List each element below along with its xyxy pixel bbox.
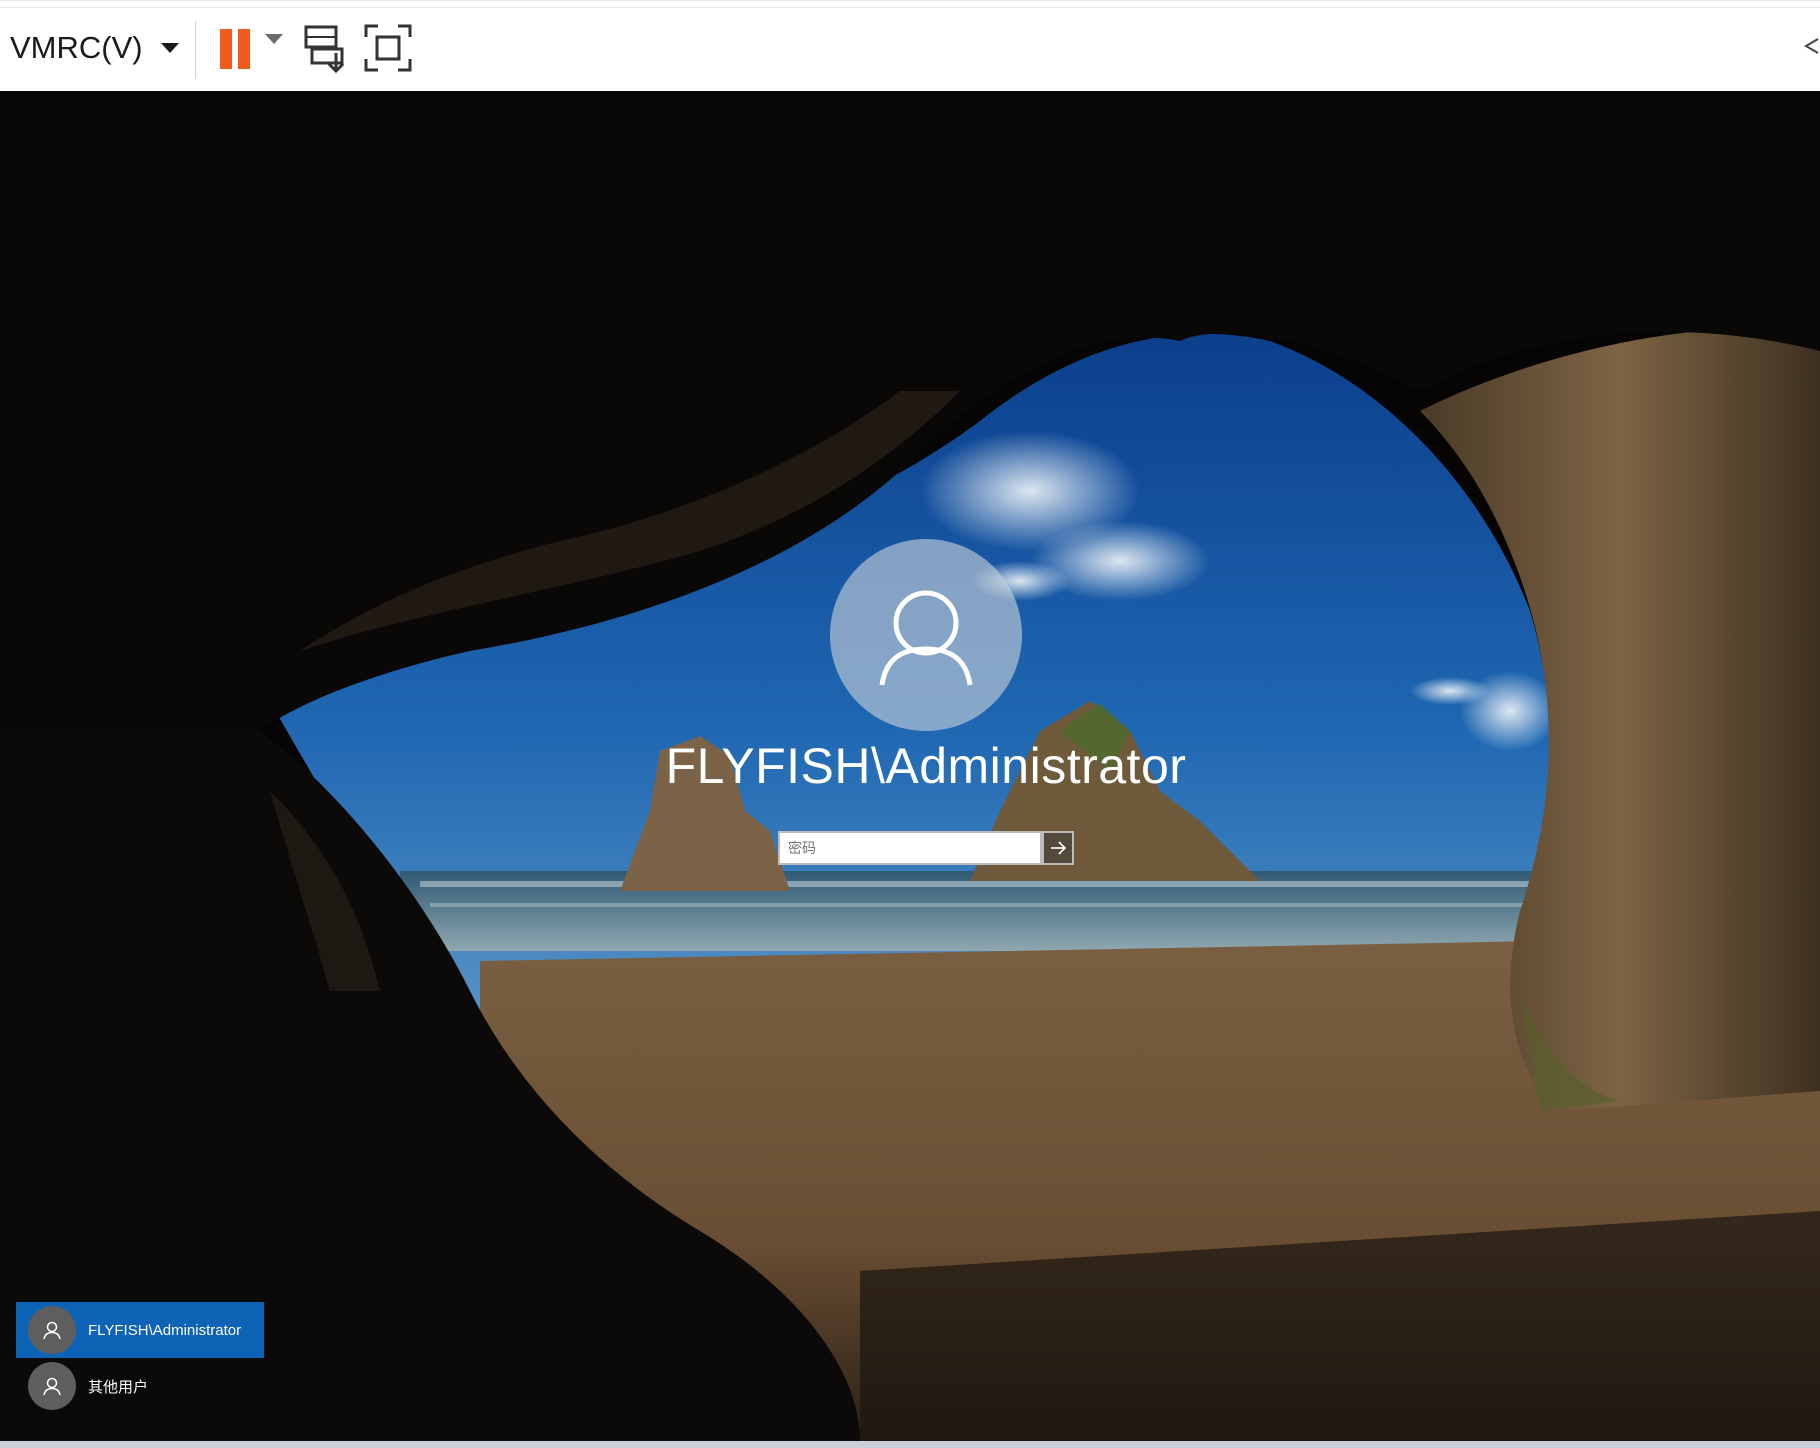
login-username: FLYFISH\Administrator — [665, 738, 1187, 794]
avatar — [28, 1306, 76, 1354]
vm-login-screen[interactable]: FLYFISH\Administrator FLYFISH\Administra… — [0, 91, 1820, 1441]
arrow-right-icon — [1051, 841, 1067, 855]
user-switcher: FLYFISH\Administrator 其他用户 — [16, 1302, 264, 1414]
user-icon — [43, 1377, 61, 1396]
toolbar-divider — [0, 7, 1820, 8]
pause-bar-right — [238, 29, 250, 69]
pause-button[interactable] — [216, 25, 254, 69]
vmrc-toolbar: VMRC(V) — [0, 0, 1820, 90]
user-avatar — [830, 539, 1022, 731]
send-ctrl-alt-del-icon — [304, 25, 345, 74]
power-options-dropdown[interactable] — [265, 34, 283, 62]
user-icon — [879, 590, 973, 686]
chevron-down-icon — [265, 34, 283, 61]
user-icon — [43, 1321, 61, 1340]
user-tile-administrator[interactable]: FLYFISH\Administrator — [16, 1302, 264, 1358]
user-tile-other-user[interactable]: 其他用户 — [16, 1358, 264, 1414]
host-taskbar-edge — [0, 1441, 1820, 1448]
submit-login-button[interactable] — [1042, 831, 1074, 865]
fullscreen-icon — [364, 24, 412, 72]
pause-bar-left — [220, 29, 232, 69]
vmrc-menu-label: VMRC(V) — [10, 30, 143, 65]
collapse-arrow-icon — [1804, 38, 1819, 54]
user-tile-label: 其他用户 — [88, 1378, 149, 1396]
send-ctrl-alt-del-button[interactable] — [302, 21, 350, 74]
vmrc-menu-button[interactable]: VMRC(V) — [10, 23, 179, 73]
toolbar-separator — [195, 21, 196, 79]
fullscreen-button[interactable] — [364, 23, 412, 73]
chevron-down-icon — [160, 43, 179, 53]
avatar — [28, 1362, 76, 1410]
password-input[interactable] — [778, 831, 1042, 865]
collapse-arrow-button[interactable] — [1800, 31, 1820, 61]
user-tile-label: FLYFISH\Administrator — [88, 1321, 242, 1339]
